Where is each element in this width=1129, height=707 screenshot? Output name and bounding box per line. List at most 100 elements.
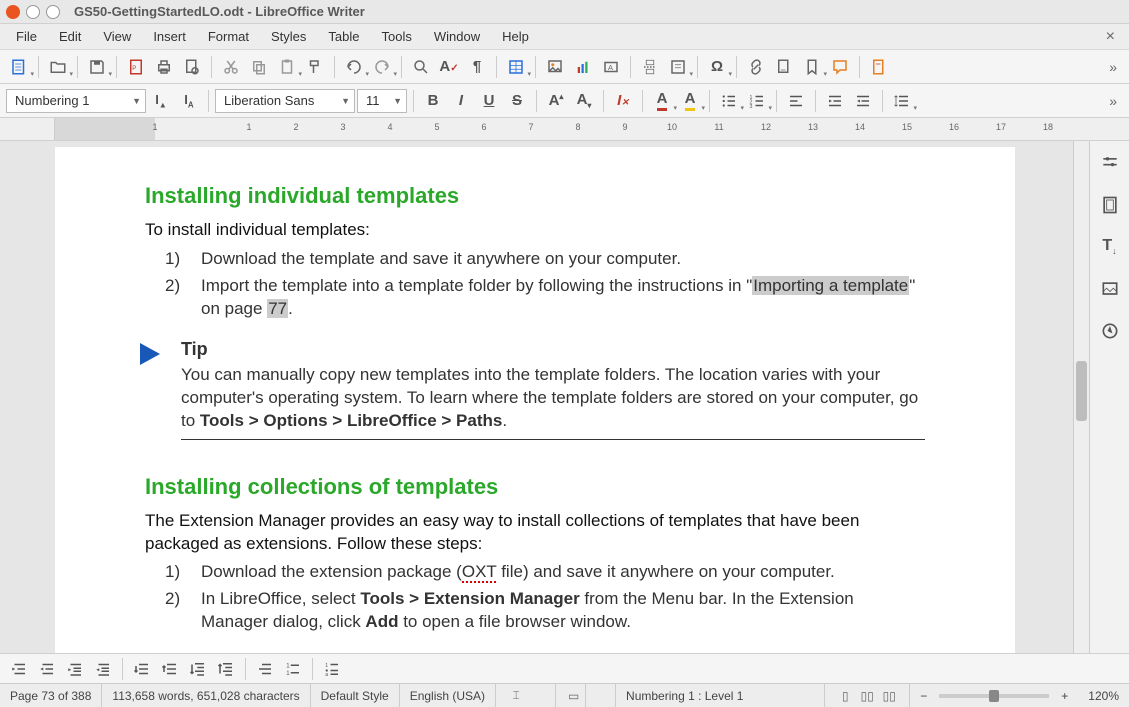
single-page-view-icon[interactable]: ▯ bbox=[837, 688, 853, 704]
move-down-with-sub-button[interactable] bbox=[185, 656, 211, 682]
document-close-button[interactable]: × bbox=[1098, 28, 1123, 46]
paste-button[interactable] bbox=[274, 54, 300, 80]
status-selection-mode[interactable]: ▭ bbox=[556, 684, 586, 707]
status-word-count[interactable]: 113,658 words, 651,028 characters bbox=[102, 684, 310, 707]
clone-formatting-button[interactable] bbox=[302, 54, 328, 80]
demote-one-level-button[interactable] bbox=[6, 656, 32, 682]
window-close-button[interactable] bbox=[6, 5, 20, 19]
toolbar-overflow-button[interactable]: » bbox=[1103, 59, 1123, 75]
menu-format[interactable]: Format bbox=[198, 26, 259, 47]
status-outline[interactable]: Numbering 1 : Level 1 bbox=[616, 684, 825, 707]
track-changes-button[interactable] bbox=[866, 54, 892, 80]
vertical-scrollbar[interactable] bbox=[1073, 141, 1089, 653]
zoom-percentage[interactable]: 120% bbox=[1078, 689, 1129, 703]
open-button[interactable] bbox=[45, 54, 71, 80]
insert-text-box-button[interactable]: A bbox=[598, 54, 624, 80]
formatting-marks-button[interactable]: ¶ bbox=[464, 54, 490, 80]
insert-table-button[interactable] bbox=[503, 54, 529, 80]
multi-page-view-icon[interactable]: ▯▯ bbox=[859, 688, 875, 704]
demote-with-sub-button[interactable] bbox=[62, 656, 88, 682]
status-page[interactable]: Page 73 of 388 bbox=[0, 684, 102, 707]
document-page[interactable]: Installing individual templates To insta… bbox=[55, 147, 1015, 653]
status-insert-mode[interactable]: ⌶ bbox=[496, 684, 556, 707]
highlight-color-button[interactable]: A bbox=[677, 88, 703, 114]
cross-reference-field[interactable]: Importing a template bbox=[752, 276, 909, 295]
menu-table[interactable]: Table bbox=[318, 26, 369, 47]
insert-hyperlink-button[interactable] bbox=[743, 54, 769, 80]
print-button[interactable] bbox=[151, 54, 177, 80]
insert-chart-button[interactable] bbox=[570, 54, 596, 80]
clear-formatting-button[interactable]: I✕ bbox=[610, 88, 636, 114]
menu-help[interactable]: Help bbox=[492, 26, 539, 47]
redo-button[interactable] bbox=[369, 54, 395, 80]
bold-button[interactable]: B bbox=[420, 88, 446, 114]
document-scroll-area[interactable]: Installing individual templates To insta… bbox=[0, 141, 1073, 653]
subscript-button[interactable]: A▾ bbox=[571, 88, 597, 114]
zoom-slider-knob[interactable] bbox=[989, 690, 999, 702]
menu-view[interactable]: View bbox=[93, 26, 141, 47]
sidebar-page-icon[interactable] bbox=[1096, 191, 1124, 219]
insert-field-button[interactable] bbox=[665, 54, 691, 80]
menu-styles[interactable]: Styles bbox=[261, 26, 316, 47]
no-number-button[interactable] bbox=[252, 656, 278, 682]
sidebar-gallery-icon[interactable] bbox=[1096, 275, 1124, 303]
window-maximize-button[interactable] bbox=[46, 5, 60, 19]
spellcheck-button[interactable]: A✓ bbox=[436, 54, 462, 80]
increase-indent-button[interactable] bbox=[822, 88, 848, 114]
menu-insert[interactable]: Insert bbox=[143, 26, 196, 47]
save-button[interactable] bbox=[84, 54, 110, 80]
zoom-in-button[interactable]: + bbox=[1057, 689, 1072, 703]
status-page-style[interactable]: Default Style bbox=[311, 684, 400, 707]
insert-bookmark-button[interactable] bbox=[799, 54, 825, 80]
line-spacing-button[interactable] bbox=[889, 88, 915, 114]
font-size-combo[interactable]: 11▼ bbox=[357, 89, 407, 113]
font-color-button[interactable]: A bbox=[649, 88, 675, 114]
status-view-layout[interactable]: ▯ ▯▯ ▯▯ bbox=[825, 684, 909, 707]
bullets-numbering-dialog-button[interactable]: 1a bbox=[319, 656, 345, 682]
undo-button[interactable] bbox=[341, 54, 367, 80]
horizontal-ruler[interactable]: 1123456789101112131415161718 bbox=[55, 118, 1129, 140]
status-signature[interactable] bbox=[586, 684, 616, 707]
insert-footnote-button[interactable] bbox=[771, 54, 797, 80]
strikethrough-button[interactable]: S bbox=[504, 88, 530, 114]
find-replace-button[interactable] bbox=[408, 54, 434, 80]
promote-one-level-button[interactable] bbox=[34, 656, 60, 682]
decrease-indent-button[interactable] bbox=[850, 88, 876, 114]
status-language[interactable]: English (USA) bbox=[400, 684, 496, 707]
insert-special-char-button[interactable]: Ω bbox=[704, 54, 730, 80]
menu-window[interactable]: Window bbox=[424, 26, 490, 47]
move-down-button[interactable] bbox=[129, 656, 155, 682]
italic-button[interactable]: I bbox=[448, 88, 474, 114]
sidebar-styles-icon[interactable]: T↓ bbox=[1096, 233, 1124, 261]
move-up-with-sub-button[interactable] bbox=[213, 656, 239, 682]
print-preview-button[interactable] bbox=[179, 54, 205, 80]
menu-file[interactable]: File bbox=[6, 26, 47, 47]
update-style-button[interactable]: I▲ bbox=[148, 88, 174, 114]
align-left-button[interactable] bbox=[783, 88, 809, 114]
numbered-list-button[interactable]: 123 bbox=[744, 88, 770, 114]
sidebar-properties-icon[interactable] bbox=[1096, 149, 1124, 177]
window-minimize-button[interactable] bbox=[26, 5, 40, 19]
menu-tools[interactable]: Tools bbox=[371, 26, 421, 47]
new-style-button[interactable]: IA bbox=[176, 88, 202, 114]
paragraph-style-combo[interactable]: Numbering 1▼ bbox=[6, 89, 146, 113]
page-reference-field[interactable]: 77 bbox=[267, 299, 288, 318]
restart-numbering-button[interactable]: 11 bbox=[280, 656, 306, 682]
copy-button[interactable] bbox=[246, 54, 272, 80]
insert-comment-button[interactable] bbox=[827, 54, 853, 80]
book-view-icon[interactable]: ▯▯ bbox=[881, 688, 897, 704]
formatting-toolbar-overflow[interactable]: » bbox=[1103, 93, 1123, 109]
promote-with-sub-button[interactable] bbox=[90, 656, 116, 682]
sidebar-navigator-icon[interactable] bbox=[1096, 317, 1124, 345]
font-name-combo[interactable]: Liberation Sans▼ bbox=[215, 89, 355, 113]
insert-page-break-button[interactable] bbox=[637, 54, 663, 80]
bullet-list-button[interactable] bbox=[716, 88, 742, 114]
export-pdf-button[interactable]: P bbox=[123, 54, 149, 80]
menu-edit[interactable]: Edit bbox=[49, 26, 91, 47]
new-document-button[interactable] bbox=[6, 54, 32, 80]
zoom-control[interactable]: − + bbox=[909, 684, 1078, 707]
cut-button[interactable] bbox=[218, 54, 244, 80]
superscript-button[interactable]: A▴ bbox=[543, 88, 569, 114]
underline-button[interactable]: U bbox=[476, 88, 502, 114]
zoom-out-button[interactable]: − bbox=[916, 689, 931, 703]
